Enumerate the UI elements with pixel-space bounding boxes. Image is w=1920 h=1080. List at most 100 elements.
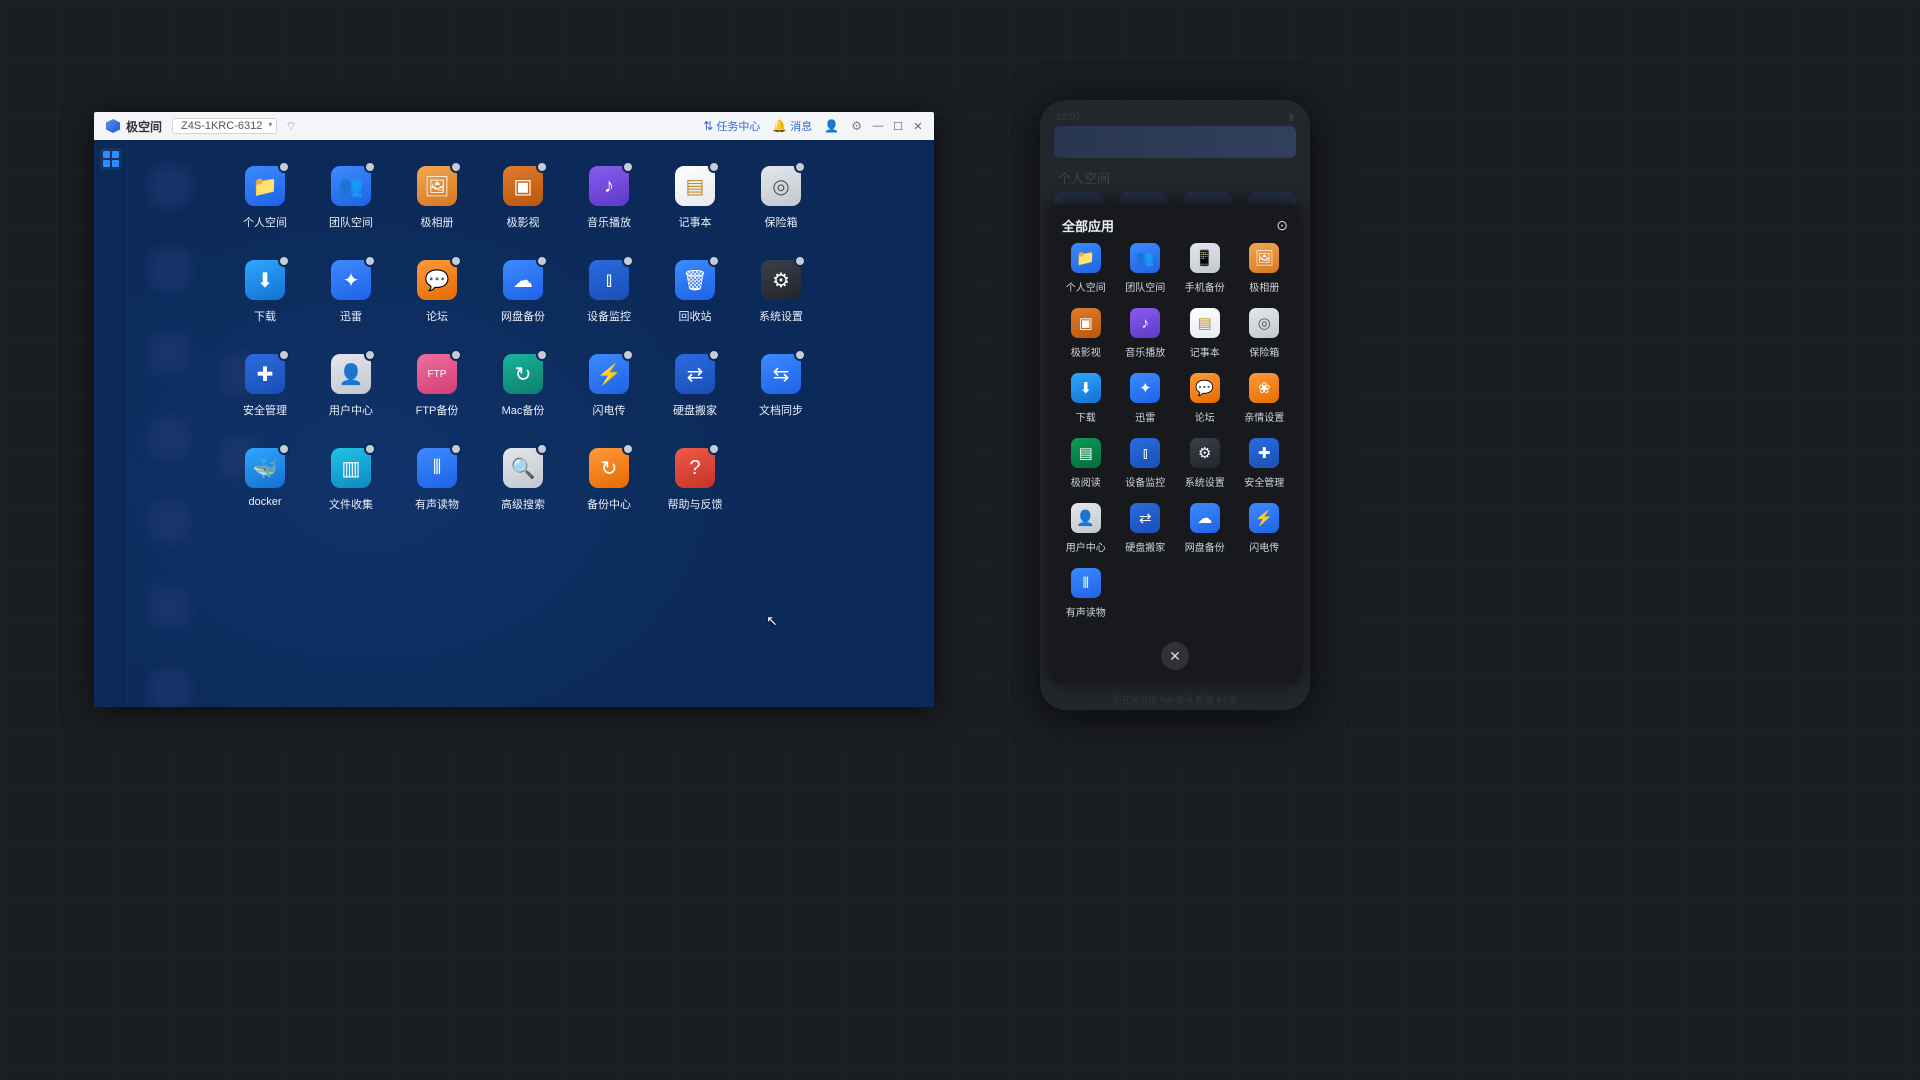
app-album[interactable]: 🖼极相册 [394, 164, 480, 256]
app-disk-move[interactable]: ⇄硬盘搬家 [652, 352, 738, 444]
app-trash[interactable]: 🗑回收站 [652, 258, 738, 350]
app-docker[interactable]: 🐳docker [222, 446, 308, 538]
badge-icon [536, 161, 548, 173]
phone-section-title: 个人空间 [1058, 168, 1110, 187]
badge-icon [364, 161, 376, 173]
app-backup-center[interactable]: ↻备份中心 [566, 446, 652, 538]
app-audiobook[interactable]: ⦀ 有声读物 [394, 446, 480, 538]
phone-app-monitor[interactable]: ⫾设备监控 [1118, 438, 1174, 489]
phone-footer: 现在可以接入AI资讯 新版 4.0等 [1040, 693, 1310, 706]
phone-app-disk-move[interactable]: ⇄硬盘搬家 [1118, 503, 1174, 554]
badge-icon [278, 443, 290, 455]
app-label: 帮助与反馈 [668, 496, 723, 512]
badge-icon [622, 443, 634, 455]
app-safe[interactable]: ◎保险箱 [738, 164, 824, 256]
phone-statusbar: 10:07 ▮ [1056, 112, 1294, 123]
phone-app-xunlei[interactable]: ✦迅雷 [1118, 373, 1174, 424]
badge-icon [450, 443, 462, 455]
phone-app-family[interactable]: ❀亲情设置 [1237, 373, 1293, 424]
app-doc-sync[interactable]: ⇆文档同步 [738, 352, 824, 444]
app-mac-backup[interactable]: ↻Mac备份 [480, 352, 566, 444]
app-label: 硬盘搬家 [1125, 539, 1165, 554]
app-label: 极影视 [1071, 344, 1101, 359]
phone-app-security[interactable]: ✚ 安全管理 [1237, 438, 1293, 489]
security-icon: ✚ [245, 354, 285, 394]
app-cloud-backup[interactable]: ☁网盘备份 [480, 258, 566, 350]
phone-mock: 10:07 ▮ 个人空间 全部应用 ⊙ 📁个人空间👥团队空间📱手机备份🖼极相册 ▣… [1040, 100, 1310, 710]
messages-button[interactable]: 🔔 消息 [772, 118, 812, 134]
phone-app-settings[interactable]: ⚙系统设置 [1177, 438, 1233, 489]
phone-app-phone-backup[interactable]: 📱手机备份 [1177, 243, 1233, 294]
badge-icon [794, 349, 806, 361]
app-video[interactable]: ▣极影视 [480, 164, 566, 256]
disk-move-icon: ⇄ [675, 354, 715, 394]
security-icon: ✚ [1249, 438, 1279, 468]
app-ftp[interactable]: FTPFTP备份 [394, 352, 480, 444]
app-label: 闪电传 [593, 402, 626, 418]
forum-icon: 💬 [417, 260, 457, 300]
task-center-button[interactable]: ⇅ 任务中心 [703, 118, 760, 134]
app-help[interactable]: ?帮助与反馈 [652, 446, 738, 538]
phone-banner [1054, 126, 1296, 158]
overlay-settings-button[interactable]: ⊙ [1276, 217, 1288, 234]
app-user-center[interactable]: 👤用户中心 [308, 352, 394, 444]
app-label: 文件收集 [329, 496, 373, 512]
gear-icon: ⚙ [851, 119, 862, 133]
app-label: 安全管理 [1244, 474, 1284, 489]
app-folder[interactable]: 📁个人空间 [222, 164, 308, 256]
album-icon: 🖼 [1249, 243, 1279, 273]
app-label: 音乐播放 [1125, 344, 1165, 359]
app-settings[interactable]: ⚙系统设置 [738, 258, 824, 350]
apps-rail-button[interactable] [100, 148, 122, 170]
app-flash-transfer[interactable]: ⚡闪电传 [566, 352, 652, 444]
app-label: 有声读物 [415, 496, 459, 512]
phone-app-team-folder[interactable]: 👥团队空间 [1118, 243, 1174, 294]
app-notes[interactable]: ▤记事本 [652, 164, 738, 256]
user-center-icon: 👤 [1071, 503, 1101, 533]
phone-app-flash-transfer[interactable]: ⚡闪电传 [1237, 503, 1293, 554]
phone-app-user-center[interactable]: 👤用户中心 [1058, 503, 1114, 554]
app-label: 高级搜索 [501, 496, 545, 512]
phone-app-reader[interactable]: ▤极阅读 [1058, 438, 1114, 489]
app-label: 下载 [254, 308, 276, 324]
minimize-button[interactable]: — [871, 120, 885, 132]
phone-app-safe[interactable]: ◎保险箱 [1237, 308, 1293, 359]
app-search[interactable]: 🔍高级搜索 [480, 446, 566, 538]
app-team-folder[interactable]: 👥团队空间 [308, 164, 394, 256]
phone-app-album[interactable]: 🖼极相册 [1237, 243, 1293, 294]
phone-app-notes[interactable]: ▤记事本 [1177, 308, 1233, 359]
app-label: 团队空间 [1125, 279, 1165, 294]
app-security[interactable]: ✚安全管理 [222, 352, 308, 444]
app-file-collect[interactable]: ▥文件收集 [308, 446, 394, 538]
app-xunlei[interactable]: ✦迅雷 [308, 258, 394, 350]
maximize-button[interactable]: ☐ [891, 120, 905, 133]
safe-icon: ◎ [1249, 308, 1279, 338]
badge-icon [278, 161, 290, 173]
app-monitor[interactable]: ⫾设备监控 [566, 258, 652, 350]
phone-app-video[interactable]: ▣极影视 [1058, 308, 1114, 359]
audiobook-icon: ⦀ [417, 448, 457, 488]
app-label: 极相册 [421, 214, 454, 230]
badge-icon [622, 349, 634, 361]
phone-app-music[interactable]: ♪音乐播放 [1118, 308, 1174, 359]
phone-app-audiobook[interactable]: ⦀有声读物 [1058, 568, 1114, 619]
settings-button[interactable]: ⚙ [851, 119, 862, 133]
app-forum[interactable]: 💬论坛 [394, 258, 480, 350]
user-button[interactable]: 👤 [824, 119, 839, 133]
device-selector[interactable]: Z4S-1KRC-6312 [172, 118, 277, 134]
app-download[interactable]: ⬇下载 [222, 258, 308, 350]
phone-app-forum[interactable]: 💬论坛 [1177, 373, 1233, 424]
phone-app-download[interactable]: ⬇下载 [1058, 373, 1114, 424]
overlay-title: 全部应用 [1062, 216, 1114, 235]
folder-icon: 📁 [1071, 243, 1101, 273]
app-music[interactable]: ♪音乐播放 [566, 164, 652, 256]
overlay-close-button[interactable]: ✕ [1161, 642, 1189, 670]
app-label: Mac备份 [502, 402, 545, 418]
phone-app-folder[interactable]: 📁个人空间 [1058, 243, 1114, 294]
side-rail [94, 140, 128, 707]
phone-app-cloud-backup[interactable]: ☁网盘备份 [1177, 503, 1233, 554]
close-button[interactable]: ✕ [911, 120, 925, 133]
task-center-label: 任务中心 [716, 118, 760, 134]
app-label: 网盘备份 [1185, 539, 1225, 554]
download-icon: ⬇ [1071, 373, 1101, 403]
